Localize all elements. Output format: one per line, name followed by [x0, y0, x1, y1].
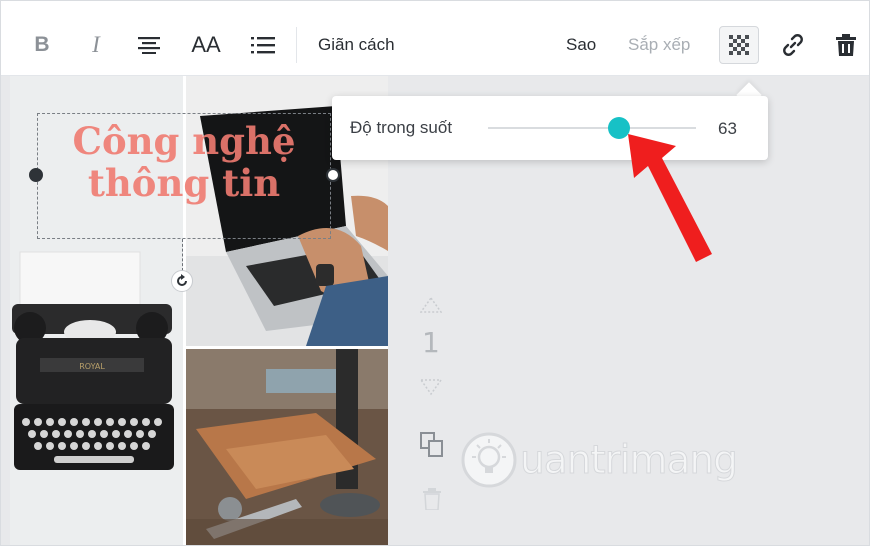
copy-button[interactable]: Sao	[566, 30, 596, 60]
desk-illustration	[186, 349, 388, 546]
move-page-up-button[interactable]	[419, 296, 443, 319]
duplicate-icon	[420, 432, 443, 457]
transparency-label: Độ trong suốt	[350, 118, 453, 137]
chevron-up-icon	[419, 296, 443, 313]
transparency-icon	[729, 35, 749, 55]
link-icon	[783, 34, 803, 56]
rotate-icon	[177, 274, 187, 286]
heading-line-2: thông tin	[87, 161, 281, 205]
watermark: uantrimang	[460, 428, 739, 492]
rotate-connector	[182, 239, 183, 271]
rotate-handle[interactable]	[171, 270, 193, 292]
resize-handle-right[interactable]	[326, 168, 340, 182]
toolbar-divider	[296, 27, 297, 63]
heading-line-1: Công nghệ	[72, 119, 296, 163]
annotation-arrow	[628, 134, 712, 262]
transparency-value: 63	[718, 119, 737, 138]
spacing-button[interactable]: Giãn cách	[318, 30, 395, 60]
align-button[interactable]	[136, 30, 162, 60]
chevron-down-icon	[419, 379, 443, 396]
trash-icon	[836, 34, 856, 56]
desk-photo[interactable]	[186, 349, 388, 546]
watermark-logo-icon	[461, 432, 517, 488]
move-page-down-button[interactable]	[419, 378, 443, 401]
text-toolbar: B I AA Giãn cách Sao Sắp xếp	[0, 0, 870, 76]
page-number: 1	[422, 326, 440, 359]
resize-handle-left[interactable]	[29, 168, 43, 182]
link-button[interactable]	[778, 30, 808, 60]
svg-text:ROYAL: ROYAL	[79, 362, 105, 371]
transparency-button[interactable]	[719, 26, 759, 64]
list-icon	[251, 37, 275, 54]
italic-button[interactable]: I	[84, 30, 108, 60]
duplicate-page-button[interactable]	[420, 432, 444, 463]
align-center-icon	[138, 37, 160, 54]
bold-button[interactable]: B	[30, 30, 54, 60]
delete-page-button[interactable]	[423, 488, 441, 515]
arrange-button[interactable]: Sắp xếp	[628, 30, 690, 60]
delete-button[interactable]	[832, 30, 860, 60]
letter-case-button[interactable]: AA	[186, 30, 226, 60]
trash-icon	[423, 488, 441, 511]
design-heading-text[interactable]: Công nghệ thông tin	[38, 120, 330, 204]
watermark-text: uantrimang	[520, 437, 739, 483]
list-button[interactable]	[250, 30, 276, 60]
